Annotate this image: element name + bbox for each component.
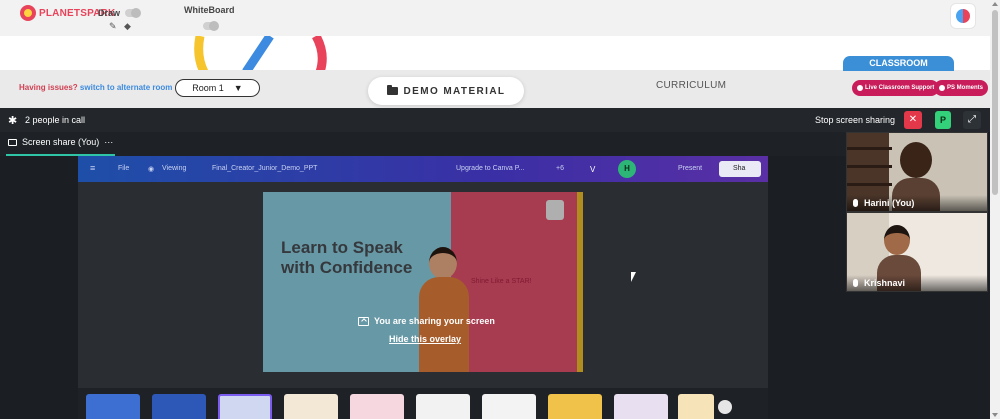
slide-thumbnail (284, 394, 338, 419)
close-icon: ✕ (908, 114, 918, 125)
app-root: PLANETSPARK Draw ✎ ◆ WhiteBoard Having i… (0, 0, 1000, 419)
more-options-icon[interactable]: ··· (104, 137, 113, 147)
canva-avatar-h: H (618, 160, 636, 178)
slide-thumbnail (416, 394, 470, 419)
decorative-arcs (194, 36, 327, 72)
stop-sharing-button[interactable]: ✕ (904, 111, 922, 129)
canva-toolbar: ≡ File ◉ Viewing Final_Creator_Junior_De… (78, 156, 768, 182)
sharing-message-text: You are sharing your screen (374, 316, 495, 326)
canva-share-button: Sha (719, 161, 761, 177)
room-select[interactable]: Room 1 ▼ (175, 79, 260, 97)
issues-notice: Having issues? switch to alternate room (19, 83, 172, 92)
monitor-icon (8, 138, 17, 146)
mouse-cursor-icon (631, 272, 636, 282)
planet-logo-icon (20, 5, 36, 21)
eye-icon: ◉ (148, 166, 155, 173)
participant-name: Krishnavi (864, 278, 906, 288)
video-tile-harini[interactable]: Harini (You) (846, 132, 988, 212)
canva-doc-title: Final_Creator_Junior_Demo_PPT (212, 165, 318, 172)
camera-icon (939, 85, 945, 91)
draw-label: Draw (98, 8, 121, 18)
canva-upgrade-label: Upgrade to Canva P... (456, 165, 525, 172)
hide-overlay-link[interactable]: Hide this overlay (389, 334, 461, 344)
slide-thumbnail (678, 394, 714, 419)
brain-icon (956, 9, 970, 23)
decorative-background (0, 36, 990, 72)
classroom-tab[interactable]: CLASSROOM (843, 56, 954, 71)
alternate-room-link[interactable]: switch to alternate room (80, 83, 172, 92)
slide-thumbnails (78, 388, 768, 419)
slide-thumbnail (614, 394, 668, 419)
scroll-thumb[interactable] (992, 10, 998, 195)
stop-sharing-label: Stop screen sharing (815, 115, 896, 125)
brain-button[interactable] (950, 3, 976, 29)
video-tile-krishnavi[interactable]: Krishnavi (846, 212, 988, 292)
sharing-overlay: You are sharing your screen Hide this ov… (78, 182, 768, 388)
whiteboard-label: WhiteBoard (184, 5, 235, 15)
ps-moments-label: PS Moments (947, 85, 984, 91)
canva-viewing-menu: Viewing (162, 165, 187, 172)
demo-material-button[interactable]: DEMO MATERIAL (368, 77, 524, 105)
participant-button[interactable]: P (935, 111, 951, 129)
top-toolbar: PLANETSPARK Draw ✎ ◆ WhiteBoard (0, 0, 990, 36)
hamburger-icon: ≡ (90, 163, 96, 173)
thumbnail-next-icon (718, 400, 732, 414)
live-support-button[interactable]: Live Classroom Support (852, 80, 940, 96)
participant-label: Harini (You) (847, 195, 987, 211)
screen-share-tab-label: Screen share (You) (22, 137, 100, 147)
slide-thumbnail (482, 394, 536, 419)
video-call-panel: ✱ 2 people in call Stop screen sharing ✕… (0, 108, 990, 419)
slide-thumbnail (218, 394, 272, 419)
curriculum-tab[interactable]: CURRICULUM (656, 80, 726, 91)
ps-moments-button[interactable]: PS Moments (934, 80, 989, 96)
caret-down-icon: ▼ (233, 83, 243, 93)
scroll-down-icon[interactable] (992, 413, 998, 417)
gear-icon[interactable]: ✱ (8, 114, 17, 127)
call-header: ✱ 2 people in call Stop screen sharing ✕… (0, 108, 990, 132)
canva-avatar-v: V (590, 165, 596, 174)
screen-share-tab[interactable]: Screen share (You) ··· (8, 137, 113, 147)
page-scrollbar[interactable] (990, 0, 1000, 419)
sharing-message: You are sharing your screen (358, 316, 495, 326)
participant-name: Harini (You) (864, 198, 915, 208)
canva-file-menu: File (118, 165, 130, 172)
share-tab-bar: Screen share (You) ··· (0, 132, 846, 156)
fullscreen-button[interactable]: ⤢ (963, 111, 981, 129)
microphone-icon (853, 279, 858, 287)
canva-present-label: Present (678, 165, 703, 172)
demo-material-label: DEMO MATERIAL (403, 85, 506, 97)
class-navbar: Having issues? switch to alternate room … (0, 56, 990, 108)
issues-text: Having issues? (19, 83, 78, 92)
room-value: Room 1 (192, 83, 224, 93)
live-support-label: Live Classroom Support (865, 85, 935, 91)
microphone-icon (853, 199, 858, 207)
shared-screen: ≡ File ◉ Viewing Final_Creator_Junior_De… (78, 156, 768, 419)
scroll-up-icon[interactable] (992, 2, 998, 6)
screen-share-icon (358, 316, 369, 326)
slide-thumbnail (548, 394, 602, 419)
expand-icon: ⤢ (968, 114, 976, 125)
draw-toggle[interactable] (125, 8, 141, 18)
pencil-icon[interactable]: ✎ (109, 21, 117, 32)
eraser-icon[interactable]: ◆ (124, 21, 131, 32)
participant-label: Krishnavi (847, 275, 987, 291)
slide-thumbnail (152, 394, 206, 419)
whiteboard-toggle[interactable] (203, 21, 219, 31)
canva-collab-count: +6 (556, 165, 564, 172)
support-icon (857, 85, 863, 91)
slide-thumbnail (86, 394, 140, 419)
folder-icon (386, 85, 398, 95)
slide-thumbnail (350, 394, 404, 419)
people-count: 2 people in call (25, 115, 86, 125)
